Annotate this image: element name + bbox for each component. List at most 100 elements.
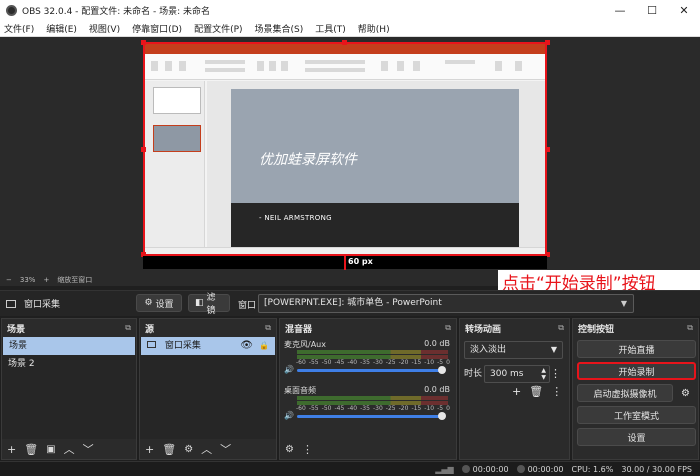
studio-mode-button[interactable]: 工作室模式 <box>577 406 696 424</box>
start-recording-button[interactable]: 开始录制 <box>577 362 696 380</box>
close-button[interactable]: ✕ <box>668 0 700 20</box>
menu-docks[interactable]: 停靠窗口(D) <box>132 22 182 35</box>
menu-profile[interactable]: 配置文件(P) <box>194 22 242 35</box>
fps-readout: 30.00 / 30.00 FPS <box>621 464 692 474</box>
trash-icon[interactable]: 🗑 <box>24 443 38 456</box>
menu-bar: 文件(F) 编辑(E) 视图(V) 停靠窗口(D) 配置文件(P) 场景集合(S… <box>0 20 700 37</box>
tick-label: -25 <box>385 405 396 412</box>
ppt-status-bar <box>145 247 545 254</box>
minimize-button[interactable]: — <box>604 0 636 20</box>
eye-icon[interactable]: 👁 <box>240 337 253 355</box>
undock-icon[interactable]: ⧉ <box>558 323 564 333</box>
add-icon[interactable]: + <box>7 443 16 456</box>
chevron-up-icon[interactable]: ︿ <box>201 441 212 457</box>
more-icon[interactable]: ⋮ <box>551 385 562 398</box>
add-icon[interactable]: + <box>512 385 521 398</box>
trash-icon[interactable]: 🗑 <box>162 443 176 456</box>
lock-icon[interactable]: 🔒 <box>259 337 269 355</box>
gear-icon[interactable]: ⚙ <box>285 444 294 455</box>
zoom-out-icon[interactable]: − <box>6 276 12 284</box>
channel-menu-icon[interactable] <box>438 412 446 420</box>
resize-handle[interactable] <box>545 147 550 152</box>
gear-icon[interactable]: ⚙ <box>675 384 696 402</box>
tick-label: -30 <box>372 359 383 366</box>
source-toolbar: 窗口采集 ⚙ 设置 ◧ 滤镜 窗口 [POWERPNT.EXE]: 城市单色 -… <box>0 290 700 316</box>
filter-icon[interactable]: ▣ <box>46 444 55 455</box>
zoom-in-icon[interactable]: + <box>43 276 49 284</box>
channel-menu-icon[interactable] <box>438 366 446 374</box>
transition-toolbar: + 🗑 ⋮ <box>512 385 562 398</box>
spin-arrows-icon[interactable]: ▲ ▼ <box>541 367 546 381</box>
tick-label: -60 <box>296 359 306 366</box>
tick-label: -15 <box>411 359 422 366</box>
tick-label: -10 <box>424 359 435 366</box>
chevron-down-icon: ▼ <box>550 345 557 354</box>
tick-label: -55 <box>308 359 319 366</box>
source-properties-button[interactable]: ⚙ 设置 <box>136 294 182 312</box>
window-label: 窗口 <box>238 301 257 311</box>
tick-label: -25 <box>385 359 396 366</box>
transition-select[interactable]: 淡入淡出 ▼ <box>464 341 563 359</box>
menu-help[interactable]: 帮助(H) <box>358 22 390 35</box>
start-streaming-button[interactable]: 开始直播 <box>577 340 696 358</box>
more-icon[interactable]: ⋮ <box>302 443 313 456</box>
source-item[interactable]: 窗口采集 👁 🔒 <box>141 337 275 355</box>
volume-slider[interactable] <box>297 369 442 372</box>
start-virtual-camera-button[interactable]: 启动虚拟摄像机 <box>577 384 673 402</box>
chevron-up-icon[interactable]: ︿ <box>64 441 75 457</box>
menu-scene-collection[interactable]: 场景集合(S) <box>255 22 304 35</box>
volume-slider[interactable] <box>297 415 442 418</box>
gear-icon: ⚙ <box>144 298 153 308</box>
zoom-bar: − 33% + 缩放至窗口 <box>0 274 500 286</box>
window-select-value: [POWERPNT.EXE]: 城市单色 - PowerPoint <box>264 298 442 308</box>
ppt-ribbon <box>145 54 545 80</box>
menu-tools[interactable]: 工具(T) <box>315 22 346 35</box>
resize-handle[interactable] <box>342 40 347 45</box>
window-capture-icon <box>6 299 16 308</box>
sources-toolbar: + 🗑 ⚙ ︿ ﹀ <box>140 439 276 459</box>
undock-icon[interactable]: ⧉ <box>687 323 693 333</box>
trash-icon[interactable]: 🗑 <box>529 385 543 398</box>
tick-label: -40 <box>347 405 358 412</box>
record-time: 00:00:00 <box>527 464 564 474</box>
obs-logo-icon <box>6 4 17 16</box>
menu-file[interactable]: 文件(F) <box>4 22 34 35</box>
tick-label: -5 <box>437 359 444 366</box>
undock-icon[interactable]: ⧉ <box>125 323 131 333</box>
tick-label: -5 <box>437 405 444 412</box>
gear-icon[interactable]: ⚙ <box>184 444 193 455</box>
signal-icon: ▂▄▆ <box>435 464 454 474</box>
duration-input[interactable]: 300 ms ▲ ▼ <box>484 365 550 383</box>
window-select[interactable]: [POWERPNT.EXE]: 城市单色 - PowerPoint ▼ <box>258 294 634 313</box>
captured-window[interactable]: 优加蛙录屏软件 - NEIL ARMSTRONG <box>143 42 547 256</box>
tick-label: -50 <box>321 405 332 412</box>
menu-edit[interactable]: 编辑(E) <box>46 22 77 35</box>
zoom-fit-label[interactable]: 缩放至窗口 <box>57 275 92 285</box>
more-icon[interactable]: ⋮ <box>550 367 561 380</box>
scenes-header: 场景 ⧉ <box>2 319 136 337</box>
chevron-down-icon[interactable]: ﹀ <box>220 441 231 457</box>
filters-label: 滤镜 <box>206 293 216 316</box>
source-filters-button[interactable]: ◧ 滤镜 <box>188 293 230 316</box>
channel-db: 0.0 dB <box>424 385 450 394</box>
chevron-down-icon[interactable]: ﹀ <box>83 441 94 457</box>
scene-item[interactable]: 场景 2 <box>2 355 136 373</box>
scene-item[interactable]: 场景 <box>3 337 135 355</box>
resize-handle[interactable] <box>545 40 550 45</box>
settings-button[interactable]: 设置 <box>577 428 696 446</box>
speaker-icon[interactable]: 🔊 <box>284 411 294 420</box>
speaker-icon[interactable]: 🔊 <box>284 365 294 374</box>
preview-area[interactable]: 优加蛙录屏软件 - NEIL ARMSTRONG 60 px <box>0 37 700 274</box>
tick-label: -45 <box>334 359 345 366</box>
ppt-slide-thumbnails <box>145 81 205 251</box>
resize-handle[interactable] <box>141 147 146 152</box>
undock-icon[interactable]: ⧉ <box>445 323 451 333</box>
resize-handle[interactable] <box>141 40 146 45</box>
add-icon[interactable]: + <box>145 443 154 456</box>
undock-icon[interactable]: ⧉ <box>265 323 271 333</box>
stream-time: 00:00:00 <box>472 464 509 474</box>
menu-view[interactable]: 视图(V) <box>89 22 120 35</box>
maximize-button[interactable]: ☐ <box>636 0 668 20</box>
transitions-body: 淡入淡出 ▼ 时长 300 ms ▲ ▼ ⋮ + 🗑 ⋮ <box>460 337 569 459</box>
controls-title: 控制按钮 <box>578 324 615 335</box>
